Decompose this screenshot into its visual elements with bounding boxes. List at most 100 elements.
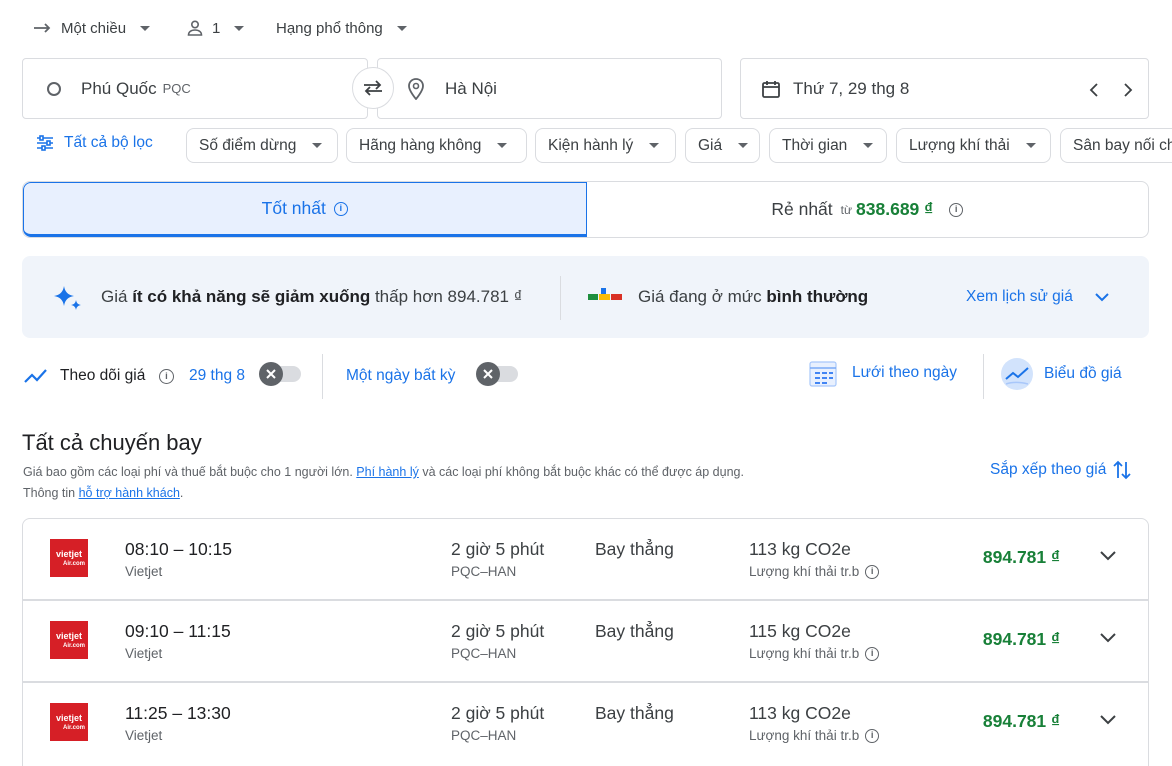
airline-name: Vietjet: [125, 564, 163, 579]
flight-co2: 113 kg CO2e: [749, 539, 851, 559]
tab-best[interactable]: Tốt nhất i: [23, 182, 587, 237]
swap-button[interactable]: [352, 67, 394, 109]
origin-field[interactable]: Phú Quốc PQC: [22, 58, 368, 119]
filter-stops[interactable]: Số điểm dừng: [186, 128, 338, 163]
chevron-down-icon: [738, 143, 749, 148]
price-level-icon: [588, 288, 622, 300]
chevron-down-icon: [140, 25, 151, 31]
chevron-right-icon[interactable]: [1123, 82, 1133, 98]
trending-icon: [24, 369, 47, 383]
info-icon[interactable]: i: [333, 201, 348, 216]
sparkle-icon: [54, 286, 81, 310]
track-date-toggle[interactable]: [259, 362, 301, 386]
flight-stops: Bay thẳng: [595, 621, 674, 641]
note-text: Thông tin: [23, 486, 79, 500]
calendar-icon: [762, 80, 780, 98]
flight-times: 11:25 – 13:30: [125, 703, 231, 723]
flight-route: PQC–HAN: [451, 564, 517, 579]
sort-tabs: Tốt nhất i Rẻ nhất từ 838.689 ₫ i: [22, 181, 1149, 238]
note-text: và các loại phí không bắt buộc khác có t…: [418, 465, 744, 479]
chip-label: Giá: [698, 136, 723, 154]
sort-by-price-button[interactable]: Sắp xếp theo giá: [990, 459, 1132, 481]
expand-chevron-icon[interactable]: [1100, 633, 1116, 643]
tab-cheapest[interactable]: Rẻ nhất từ 838.689 ₫ i: [587, 182, 1149, 237]
airline-name: Vietjet: [125, 646, 163, 661]
chevron-down-icon: [649, 143, 660, 148]
filter-times[interactable]: Thời gian: [769, 128, 887, 163]
price-history-label: Xem lịch sử giá: [966, 288, 1073, 305]
person-icon: [187, 20, 203, 36]
destination-field[interactable]: Hà Nội: [377, 58, 722, 119]
bag-fees-link[interactable]: Phí hành lý: [356, 465, 419, 479]
flight-row[interactable]: vietjet Air.com 09:10 – 11:15 Vietjet 2 g…: [22, 600, 1149, 682]
results-note: Giá bao gồm các loại phí và thuế bắt buộ…: [23, 462, 744, 504]
price-graph-button[interactable]: Biểu đồ giá: [1000, 357, 1122, 391]
sort-label: Sắp xếp theo giá: [990, 461, 1107, 478]
cabin-class-label: Hạng phổ thông: [276, 19, 383, 37]
all-filters-button[interactable]: Tất cả bộ lọc: [36, 134, 153, 152]
sort-icon: [1113, 460, 1131, 480]
filter-price[interactable]: Giá: [685, 128, 760, 163]
flight-co2: 113 kg CO2e: [749, 703, 851, 723]
filter-airlines[interactable]: Hãng hàng không: [346, 128, 527, 163]
divider: [322, 354, 323, 399]
chevron-down-icon: [497, 143, 508, 148]
divider: [983, 354, 984, 399]
flight-route: PQC–HAN: [451, 646, 517, 661]
chip-label: Hãng hàng không: [359, 136, 482, 154]
chevron-down-icon: [863, 143, 874, 148]
cabin-class-select[interactable]: Hạng phổ thông: [276, 14, 407, 42]
flight-route: PQC–HAN: [451, 728, 517, 743]
location-pin-icon: [408, 77, 424, 100]
insight-bold: ít có khả năng sẽ giảm xuống: [132, 287, 371, 306]
info-icon[interactable]: i: [865, 646, 880, 661]
flight-row[interactable]: vietjet Air.com 11:25 – 13:30 Vietjet 2 g…: [22, 682, 1149, 766]
any-date-toggle[interactable]: [476, 362, 518, 386]
date-grid-button[interactable]: Lưới theo ngày: [808, 358, 957, 388]
flight-stops: Bay thẳng: [595, 539, 674, 559]
trip-type-label: Một chiều: [61, 19, 127, 37]
expand-chevron-icon[interactable]: [1100, 551, 1116, 561]
passenger-assistance-link[interactable]: hỗ trợ hành khách: [79, 486, 180, 500]
flight-price: 894.781 ₫: [982, 629, 1060, 649]
close-icon: [476, 362, 500, 386]
price-history-link[interactable]: Xem lịch sử giá: [966, 288, 1109, 306]
date-value: Thứ 7, 29 thg 8: [793, 78, 910, 98]
note-text: Giá bao gồm các loại phí và thuế bắt buộ…: [23, 465, 357, 479]
info-icon[interactable]: i: [949, 202, 964, 217]
chevron-down-icon: [1095, 292, 1109, 301]
emissions-note: Lượng khí thải tr.b i: [749, 728, 880, 743]
flight-co2: 115 kg CO2e: [749, 621, 851, 641]
price-level-text: Giá đang ở mức bình thường: [638, 287, 868, 307]
vietjet-logo: vietjet Air.com: [50, 621, 88, 659]
price-level-prefix: Giá đang ở mức: [638, 287, 767, 306]
expand-chevron-icon[interactable]: [1100, 715, 1116, 725]
flight-stops: Bay thẳng: [595, 703, 674, 723]
note-text: .: [179, 486, 184, 500]
info-icon[interactable]: i: [865, 728, 880, 743]
emissions-label: Lượng khí thải tr.b: [749, 564, 860, 579]
date-field[interactable]: Thứ 7, 29 thg 8: [740, 58, 1149, 119]
flight-duration: 2 giờ 5 phút: [451, 703, 545, 723]
tab-cheapest-label: Rẻ nhất: [771, 199, 833, 219]
filter-emissions[interactable]: Lượng khí thải: [896, 128, 1051, 163]
tab-best-label: Tốt nhất: [261, 198, 326, 218]
emissions-note: Lượng khí thải tr.b i: [749, 564, 880, 579]
filter-bags[interactable]: Kiện hành lý: [535, 128, 676, 163]
trip-type-select[interactable]: Một chiều: [33, 14, 151, 42]
emissions-label: Lượng khí thải tr.b: [749, 646, 860, 661]
flight-row[interactable]: vietjet Air.com 08:10 – 10:15 Vietjet 2 g…: [22, 518, 1149, 600]
flight-price: 894.781 ₫: [982, 547, 1060, 567]
airline-name: Vietjet: [125, 728, 163, 743]
swap-icon: [364, 80, 382, 96]
date-grid-label: Lưới theo ngày: [852, 364, 957, 381]
info-icon[interactable]: i: [159, 369, 174, 384]
origin-value: Phú Quốc: [81, 78, 157, 98]
emissions-note: Lượng khí thải tr.b i: [749, 646, 880, 661]
vietjet-logo: vietjet Air.com: [50, 539, 88, 577]
filter-connecting-airports[interactable]: Sân bay nối chuyến: [1060, 128, 1172, 163]
info-icon[interactable]: i: [865, 564, 880, 579]
chevron-left-icon[interactable]: [1089, 82, 1099, 98]
passenger-select[interactable]: 1: [186, 14, 245, 42]
chip-label: Kiện hành lý: [548, 136, 634, 154]
